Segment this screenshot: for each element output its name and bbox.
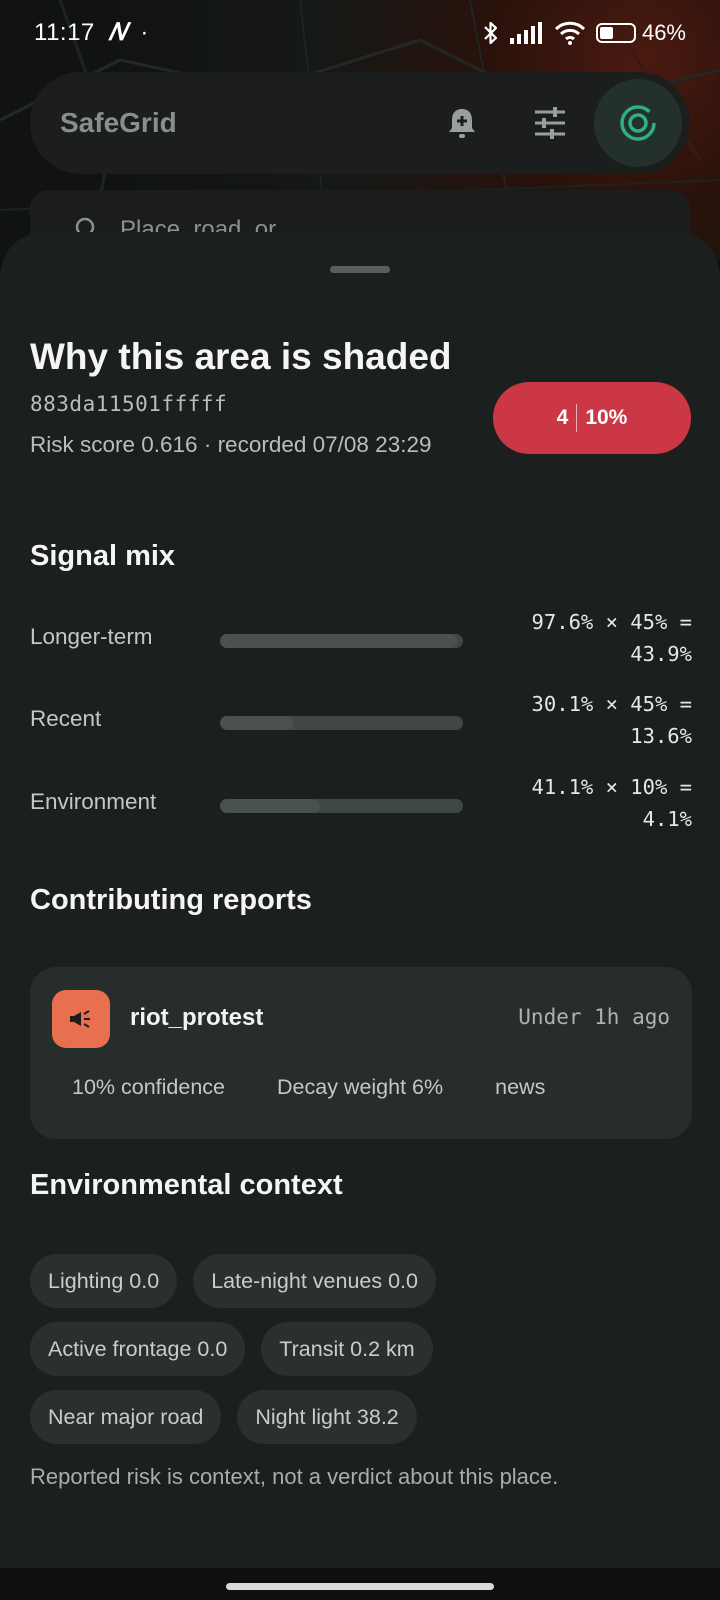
risk-badge: 4 10% xyxy=(493,382,691,454)
cell-id: 883da11501fffff xyxy=(30,392,228,416)
alerts-button[interactable] xyxy=(418,79,506,167)
signal-bar xyxy=(220,634,463,648)
signal-label: Recent xyxy=(30,706,102,731)
battery-percent: 46% xyxy=(641,20,686,45)
context-chip: Near major road xyxy=(30,1390,222,1444)
app-bar: SafeGrid xyxy=(30,72,690,174)
signal-bar-fill xyxy=(220,716,294,730)
report-card[interactable]: riot_protest Under 1h ago 10% confidence… xyxy=(30,967,692,1139)
signal-bar xyxy=(220,799,463,813)
report-decay-weight: Decay weight 6% xyxy=(277,1075,444,1099)
disclaimer-text: Reported risk is context, not a verdict … xyxy=(30,1464,559,1489)
megaphone-icon xyxy=(70,1010,90,1028)
environmental-context-heading: Environmental context xyxy=(30,1169,343,1201)
app-title: SafeGrid xyxy=(60,107,177,138)
signal-label: Longer-term xyxy=(30,624,153,649)
report-confidence: 10% confidence xyxy=(72,1075,225,1099)
contributing-reports-heading: Contributing reports xyxy=(30,884,312,916)
status-time: 11:17 xyxy=(34,19,95,46)
report-source: news xyxy=(495,1075,546,1099)
battery-icon xyxy=(595,23,636,43)
radar-icon xyxy=(620,105,656,141)
signal-value: 41.1% × 10% = 4.1% xyxy=(531,775,692,831)
battery-indicator: 46% xyxy=(595,20,686,46)
badge-divider xyxy=(576,404,578,432)
signal-row: Recent 30.1% × 45% = 13.6% xyxy=(30,688,692,768)
sheet-title: Why this area is shaded xyxy=(30,336,452,377)
signal-row: Longer-term 97.6% × 45% = 43.9% xyxy=(30,606,692,686)
risk-meta: Risk score 0.616 · recorded 07/08 23:29 xyxy=(30,432,432,457)
signal-mix-heading: Signal mix xyxy=(30,540,176,572)
risk-percent: 10% xyxy=(585,406,628,429)
signal-icon xyxy=(509,22,542,44)
nfc-icon: 𝑁 xyxy=(108,19,127,46)
context-chips: Lighting 0.0 Late-night venues 0.0 Activ… xyxy=(30,1254,692,1458)
notification-dot: · xyxy=(140,19,149,46)
signal-bar-fill xyxy=(220,799,320,813)
signal-label: Environment xyxy=(30,789,157,814)
details-bottom-sheet: Why this area is shaded 883da11501fffff … xyxy=(0,232,720,1600)
sheet-drag-handle[interactable] xyxy=(330,266,390,273)
report-category: riot_protest xyxy=(130,1004,264,1031)
status-bar: 11:17 𝑁 · 46% xyxy=(0,0,720,66)
context-chip: Active frontage 0.0 xyxy=(30,1322,246,1376)
signal-bar xyxy=(220,716,463,730)
signal-value: 97.6% × 45% = 43.9% xyxy=(531,610,692,666)
sliders-icon xyxy=(535,107,565,139)
report-age: Under 1h ago xyxy=(518,1005,670,1029)
battery-fill xyxy=(599,27,613,39)
context-chip: Night light 38.2 xyxy=(237,1390,417,1444)
report-stats: 10% confidence Decay weight 6% news xyxy=(72,1075,545,1100)
signal-row: Environment 41.1% × 10% = 4.1% xyxy=(30,771,692,851)
wifi-icon xyxy=(554,21,586,45)
bell-plus-icon xyxy=(449,109,475,138)
context-chip: Lighting 0.0 xyxy=(30,1254,178,1308)
risk-level: 4 xyxy=(556,406,569,429)
filters-button[interactable] xyxy=(506,79,594,167)
context-chip: Transit 0.2 km xyxy=(261,1322,433,1376)
signal-value: 30.1% × 45% = 13.6% xyxy=(531,692,692,748)
report-category-badge xyxy=(52,990,110,1048)
context-chip: Late-night venues 0.0 xyxy=(193,1254,436,1308)
signal-bar-fill xyxy=(220,634,458,648)
bluetooth-icon xyxy=(484,21,498,45)
home-gesture-bar[interactable] xyxy=(226,1583,494,1590)
radar-button[interactable] xyxy=(594,79,682,167)
